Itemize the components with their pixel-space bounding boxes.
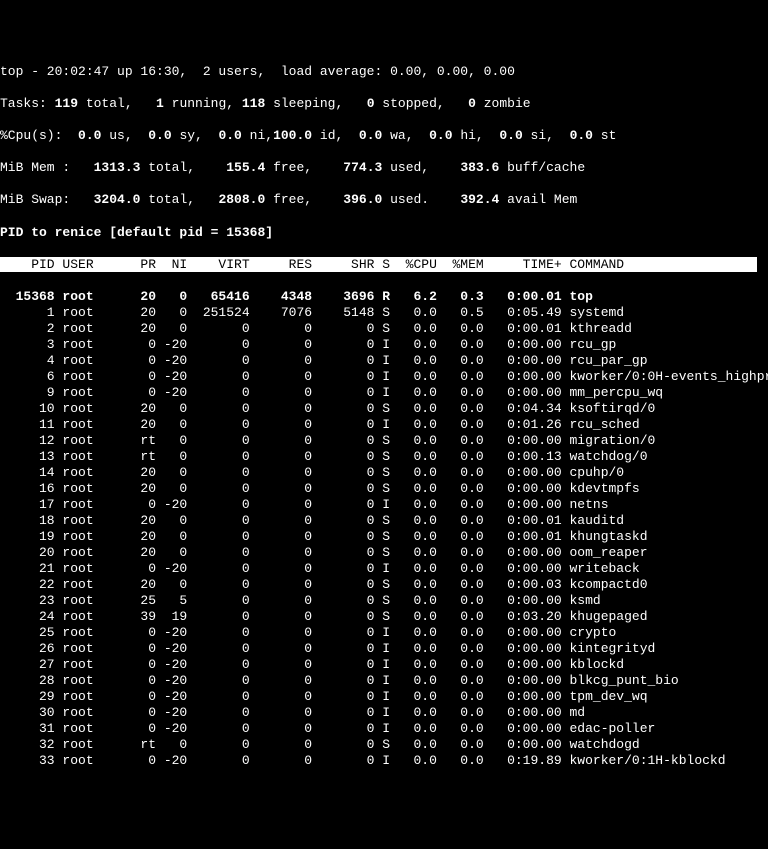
process-row[interactable]: 29 root 0 -20 0 0 0 I 0.0 0.0 0:00.00 tp…	[0, 689, 768, 705]
process-row[interactable]: 27 root 0 -20 0 0 0 I 0.0 0.0 0:00.00 kb…	[0, 657, 768, 673]
process-row[interactable]: 16 root 20 0 0 0 0 S 0.0 0.0 0:00.00 kde…	[0, 481, 768, 497]
process-row[interactable]: 14 root 20 0 0 0 0 S 0.0 0.0 0:00.00 cpu…	[0, 465, 768, 481]
renice-input[interactable]	[281, 224, 453, 241]
process-row[interactable]: 2 root 20 0 0 0 0 S 0.0 0.0 0:00.01 kthr…	[0, 321, 768, 337]
process-row[interactable]: 32 root rt 0 0 0 0 S 0.0 0.0 0:00.00 wat…	[0, 737, 768, 753]
process-row[interactable]: 26 root 0 -20 0 0 0 I 0.0 0.0 0:00.00 ki…	[0, 641, 768, 657]
process-row[interactable]: 22 root 20 0 0 0 0 S 0.0 0.0 0:00.03 kco…	[0, 577, 768, 593]
process-row[interactable]: 17 root 0 -20 0 0 0 I 0.0 0.0 0:00.00 ne…	[0, 497, 768, 513]
process-row[interactable]: 6 root 0 -20 0 0 0 I 0.0 0.0 0:00.00 kwo…	[0, 369, 768, 385]
process-row[interactable]: 13 root rt 0 0 0 0 S 0.0 0.0 0:00.13 wat…	[0, 449, 768, 465]
process-row[interactable]: 33 root 0 -20 0 0 0 I 0.0 0.0 0:19.89 kw…	[0, 753, 768, 769]
process-row[interactable]: 4 root 0 -20 0 0 0 I 0.0 0.0 0:00.00 rcu…	[0, 353, 768, 369]
process-row[interactable]: 15368 root 20 0 65416 4348 3696 R 6.2 0.…	[0, 289, 768, 305]
top-summary-cpu: %Cpu(s): 0.0 us, 0.0 sy, 0.0 ni,100.0 id…	[0, 128, 768, 144]
top-summary-swap: MiB Swap: 3204.0 total, 2808.0 free, 396…	[0, 192, 768, 208]
process-row[interactable]: 3 root 0 -20 0 0 0 I 0.0 0.0 0:00.00 rcu…	[0, 337, 768, 353]
process-row[interactable]: 28 root 0 -20 0 0 0 I 0.0 0.0 0:00.00 bl…	[0, 673, 768, 689]
top-summary-line1: top - 20:02:47 up 16:30, 2 users, load a…	[0, 64, 768, 80]
top-summary-tasks: Tasks: 119 total, 1 running, 118 sleepin…	[0, 96, 768, 112]
process-row[interactable]: 31 root 0 -20 0 0 0 I 0.0 0.0 0:00.00 ed…	[0, 721, 768, 737]
process-row[interactable]: 10 root 20 0 0 0 0 S 0.0 0.0 0:04.34 kso…	[0, 401, 768, 417]
process-row[interactable]: 30 root 0 -20 0 0 0 I 0.0 0.0 0:00.00 md	[0, 705, 768, 721]
process-row[interactable]: 19 root 20 0 0 0 0 S 0.0 0.0 0:00.01 khu…	[0, 529, 768, 545]
column-header-row: PID USER PR NI VIRT RES SHR S %CPU %MEM …	[0, 257, 768, 273]
process-row[interactable]: 23 root 25 5 0 0 0 S 0.0 0.0 0:00.00 ksm…	[0, 593, 768, 609]
process-row[interactable]: 12 root rt 0 0 0 0 S 0.0 0.0 0:00.00 mig…	[0, 433, 768, 449]
process-list[interactable]: 15368 root 20 0 65416 4348 3696 R 6.2 0.…	[0, 289, 768, 769]
process-row[interactable]: 1 root 20 0 251524 7076 5148 S 0.0 0.5 0…	[0, 305, 768, 321]
process-row[interactable]: 18 root 20 0 0 0 0 S 0.0 0.0 0:00.01 kau…	[0, 513, 768, 529]
process-row[interactable]: 24 root 39 19 0 0 0 S 0.0 0.0 0:03.20 kh…	[0, 609, 768, 625]
process-row[interactable]: 11 root 20 0 0 0 0 I 0.0 0.0 0:01.26 rcu…	[0, 417, 768, 433]
process-row[interactable]: 20 root 20 0 0 0 0 S 0.0 0.0 0:00.00 oom…	[0, 545, 768, 561]
process-row[interactable]: 25 root 0 -20 0 0 0 I 0.0 0.0 0:00.00 cr…	[0, 625, 768, 641]
process-row[interactable]: 9 root 0 -20 0 0 0 I 0.0 0.0 0:00.00 mm_…	[0, 385, 768, 401]
process-row[interactable]: 21 root 0 -20 0 0 0 I 0.0 0.0 0:00.00 wr…	[0, 561, 768, 577]
renice-prompt[interactable]: PID to renice [default pid = 15368]	[0, 224, 768, 241]
top-summary-mem: MiB Mem : 1313.3 total, 155.4 free, 774.…	[0, 160, 768, 176]
